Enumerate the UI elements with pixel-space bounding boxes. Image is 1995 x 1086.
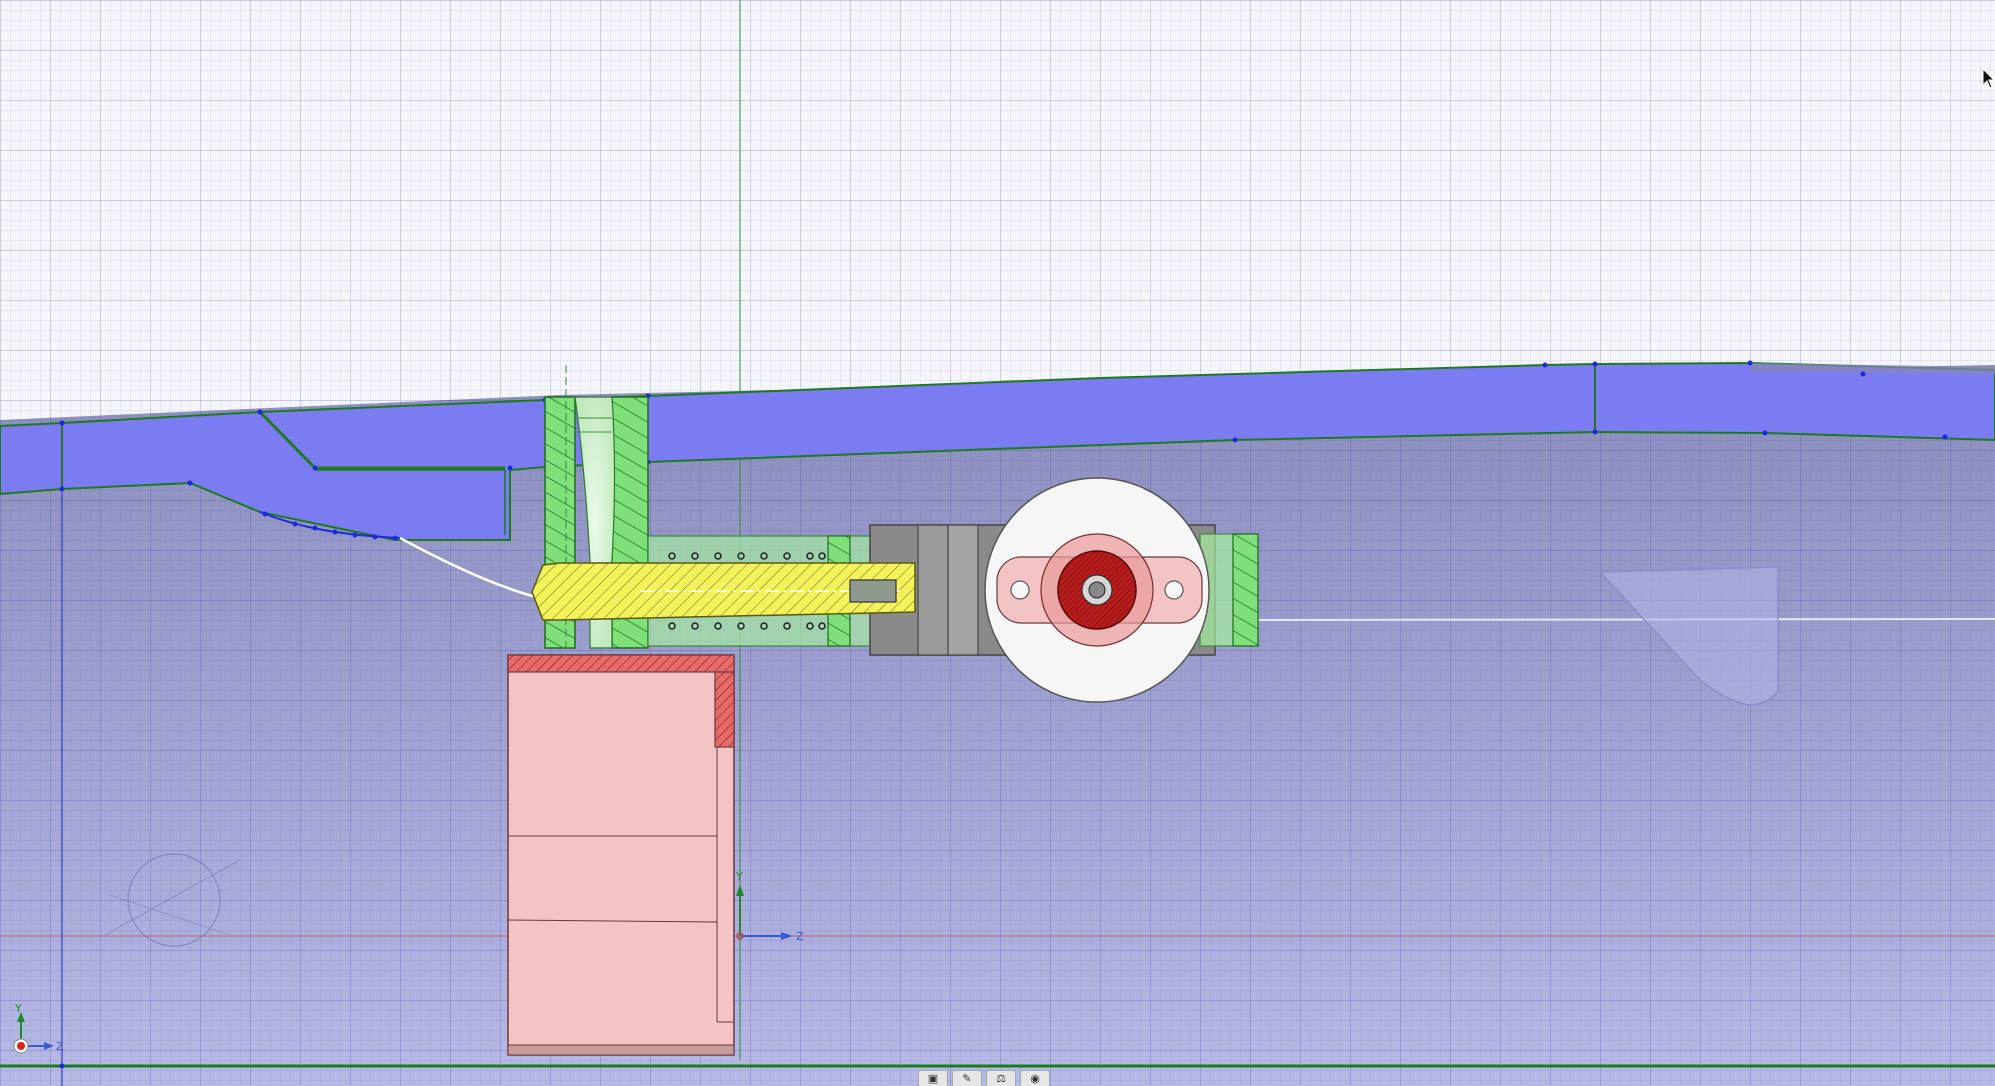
bottom-toolbar: ▣ ✎ ⚖ ◉ bbox=[918, 1070, 1050, 1086]
measure-icon: ⚖ bbox=[996, 1071, 1006, 1085]
triad-y-label: Y bbox=[14, 1002, 22, 1015]
visibility-button[interactable]: ◉ bbox=[1020, 1070, 1050, 1086]
servo-horn bbox=[984, 477, 1210, 703]
servo-wire bbox=[1254, 618, 1995, 621]
triad-z-label: Z bbox=[56, 1040, 64, 1053]
origin-y-label: Y bbox=[735, 870, 743, 883]
view-box-button[interactable]: ▣ bbox=[918, 1070, 948, 1086]
cad-viewport[interactable]: Y Z Y Z ▣ ✎ ⚖ ◉ bbox=[0, 0, 1995, 1086]
measure-button[interactable]: ⚖ bbox=[986, 1070, 1016, 1086]
origin-z-label: Z bbox=[796, 930, 804, 943]
battery-block bbox=[507, 654, 735, 1056]
mouse-cursor-icon bbox=[1982, 68, 1995, 89]
sketch-pencil-icon: ✎ bbox=[962, 1071, 972, 1085]
shaft-slot bbox=[849, 579, 897, 603]
sketch-button[interactable]: ✎ bbox=[952, 1070, 982, 1086]
view-box-icon: ▣ bbox=[927, 1071, 939, 1085]
visibility-eye-icon: ◉ bbox=[1030, 1071, 1040, 1085]
